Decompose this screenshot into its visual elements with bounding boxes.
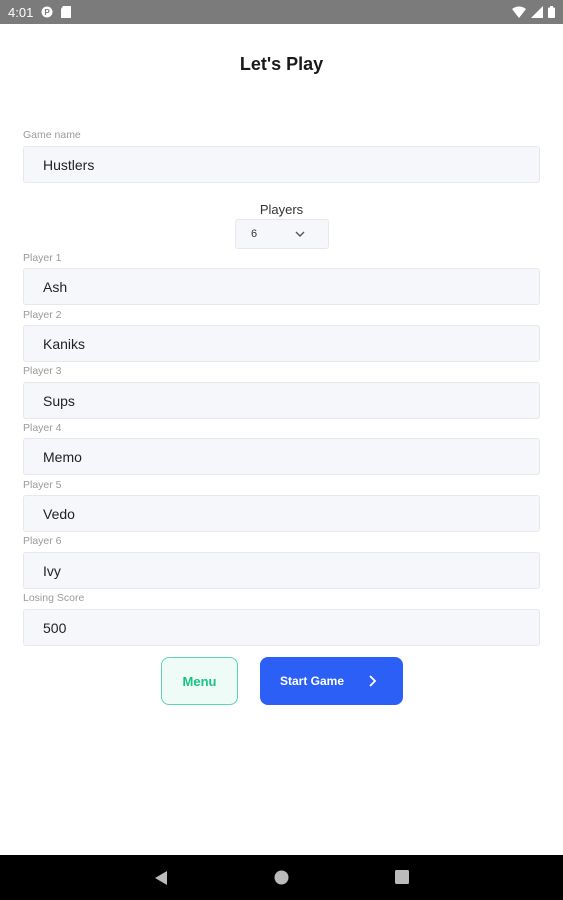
player-5-value: Vedo [43, 505, 75, 522]
player-4-value: Memo [43, 448, 82, 465]
players-selected-value: 6 [251, 228, 258, 240]
navigation-bar [0, 855, 563, 900]
player-2-label: Player 2 [23, 309, 62, 321]
losing-score-label: Losing Score [23, 592, 85, 604]
player-3-value: Sups [43, 392, 75, 409]
page-title: Let's Play [239, 54, 324, 74]
game-name-label: Game name [23, 129, 81, 141]
chevron-right-icon [366, 674, 378, 691]
player-2-input[interactable]: Kaniks [23, 325, 540, 362]
player-6-input[interactable]: Ivy [23, 552, 540, 589]
signal-icon [531, 6, 543, 18]
back-icon[interactable] [154, 870, 168, 891]
player-4-label: Player 4 [23, 422, 62, 434]
losing-score-input[interactable]: 500 [23, 609, 540, 646]
chevron-down-icon [294, 228, 306, 243]
player-5-input[interactable]: Vedo [23, 495, 540, 532]
start-game-button[interactable]: Start Game [260, 657, 403, 705]
player-1-value: Ash [43, 278, 68, 295]
player-6-label: Player 6 [23, 535, 62, 547]
recents-icon[interactable] [395, 870, 409, 889]
player-3-input[interactable]: Sups [23, 382, 540, 419]
losing-score-value: 500 [43, 619, 67, 636]
player-1-label: Player 1 [23, 252, 62, 264]
notification-icon: P [41, 6, 53, 18]
start-game-button-label: Start Game [280, 674, 345, 688]
svg-text:P: P [45, 8, 51, 17]
player-6-value: Ivy [43, 562, 61, 579]
player-1-input[interactable]: Ash [23, 268, 540, 305]
battery-icon [548, 6, 555, 18]
game-name-value: Hustlers [43, 156, 95, 173]
player-3-label: Player 3 [23, 365, 62, 377]
menu-button[interactable]: Menu [161, 657, 238, 705]
status-time: 4:01 [8, 4, 34, 20]
player-4-input[interactable]: Memo [23, 438, 540, 475]
player-5-label: Player 5 [23, 479, 62, 491]
menu-button-label: Menu [182, 673, 217, 689]
players-select[interactable]: 6 [235, 219, 329, 249]
player-2-value: Kaniks [43, 335, 86, 352]
sd-card-icon [61, 6, 72, 18]
home-icon[interactable] [274, 870, 289, 890]
players-label: Players [259, 202, 304, 217]
game-name-input[interactable]: Hustlers [23, 146, 540, 183]
wifi-icon [512, 6, 526, 18]
status-bar: 4:01 P [0, 0, 563, 24]
